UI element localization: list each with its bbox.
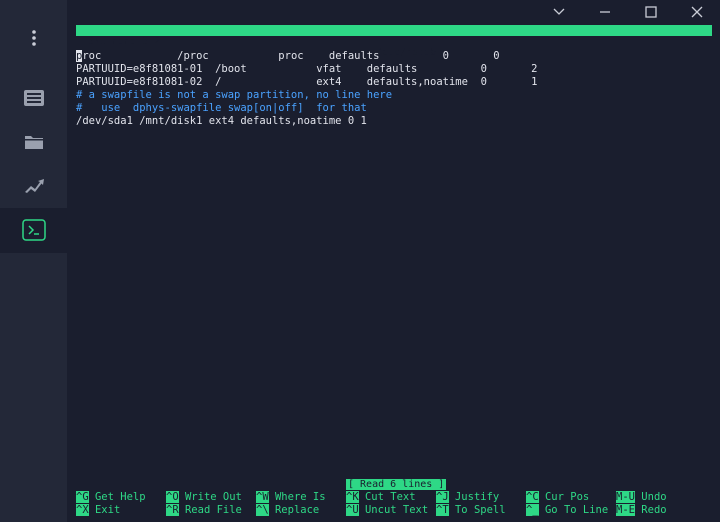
shortcut-label: Get Help	[94, 491, 146, 503]
shortcut-uncut-text[interactable]: ^U Uncut Text	[346, 504, 428, 517]
shortcut-label: Redo	[641, 504, 667, 516]
shortcut-key: ^U	[346, 504, 359, 516]
shortcut-label: Replace	[274, 504, 320, 516]
terminal-icon[interactable]	[18, 214, 50, 246]
shortcut-key: ^X	[76, 504, 89, 516]
shortcut-label: Exit	[94, 504, 121, 516]
file-line-5[interactable]: # use dphys-swapfile swap[on|off] for th…	[76, 102, 367, 115]
chevron-down-icon[interactable]	[536, 0, 582, 24]
shortcut-justify[interactable]: ^J Justify	[436, 491, 499, 504]
shortcut-undo[interactable]: M-U Undo	[616, 491, 667, 504]
shortcut-label: Where Is	[274, 491, 326, 503]
close-icon[interactable]	[674, 0, 720, 24]
shortcut-exit[interactable]: ^X Exit	[76, 504, 120, 517]
shortcut-key: ^O	[166, 491, 179, 503]
shortcut-label: Go To Line	[544, 504, 609, 516]
server-icon[interactable]	[18, 82, 50, 114]
shortcut-label: Undo	[641, 491, 667, 503]
shortcut-label: Cut Text	[364, 491, 416, 503]
shortcut-key: M-U	[616, 491, 635, 503]
shortcut-label: Justify	[454, 491, 500, 503]
shortcut-label: To Spell	[454, 504, 506, 516]
nano-version: GNU nano 3.2	[88, 36, 161, 47]
shortcut-write-out[interactable]: ^O Write Out	[166, 491, 242, 504]
shortcut-key: ^W	[256, 491, 269, 503]
file-line-6[interactable]: /dev/sda1 /mnt/disk1 ext4 defaults,noati…	[76, 115, 367, 128]
file-line-4[interactable]: # a swapfile is not a swap partition, no…	[76, 89, 392, 102]
terminal-area[interactable]: GNU nano 3.2 /etc/fstab proc /proc proc …	[76, 25, 712, 522]
folder-icon[interactable]	[18, 126, 50, 158]
shortcut-cut-text[interactable]: ^K Cut Text	[346, 491, 416, 504]
shortcut-read-file[interactable]: ^R Read File	[166, 504, 242, 517]
shortcut-label: Uncut Text	[364, 504, 429, 516]
sidebar	[0, 0, 67, 522]
shortcut-label: Cur Pos	[544, 491, 590, 503]
file-line-3[interactable]: PARTUUID=e8f81081-02 / ext4 defaults,noa…	[76, 76, 537, 89]
status-message: [ Read 6 lines ]	[346, 479, 447, 490]
shortcut-label: Read File	[184, 504, 242, 516]
shortcut-to-spell[interactable]: ^T To Spell	[436, 504, 506, 517]
file-line-2[interactable]: PARTUUID=e8f81081-01 /boot vfat defaults…	[76, 63, 537, 76]
shortcut-key: ^C	[526, 491, 539, 503]
minimize-icon[interactable]	[582, 0, 628, 24]
shortcut-where-is[interactable]: ^W Where Is	[256, 491, 326, 504]
shortcut-key: M-E	[616, 504, 635, 516]
shortcut-key: ^\	[256, 504, 269, 516]
shortcut-key: ^_	[526, 504, 539, 516]
shortcut-redo[interactable]: M-E Redo	[616, 504, 667, 517]
shortcut-key: ^R	[166, 504, 179, 516]
shortcut-cur-pos[interactable]: ^C Cur Pos	[526, 491, 589, 504]
window-controls	[536, 0, 720, 24]
shortcut-key: ^G	[76, 491, 89, 503]
shortcut-label: Write Out	[184, 491, 242, 503]
shortcut-key: ^K	[346, 491, 359, 503]
share-icon[interactable]	[18, 170, 50, 202]
shortcut-key: ^T	[436, 504, 449, 516]
shortcut-replace[interactable]: ^\ Replace	[256, 504, 319, 517]
shortcut-get-help[interactable]: ^G Get Help	[76, 491, 146, 504]
shortcut-go-to-line[interactable]: ^_ Go To Line	[526, 504, 608, 517]
file-line-1[interactable]: proc /proc proc defaults 0 0	[76, 50, 500, 63]
more-vertical-icon[interactable]	[18, 22, 50, 54]
nano-title-bar: GNU nano 3.2 /etc/fstab	[76, 25, 712, 58]
maximize-icon[interactable]	[628, 0, 674, 24]
shortcut-key: ^J	[436, 491, 449, 503]
